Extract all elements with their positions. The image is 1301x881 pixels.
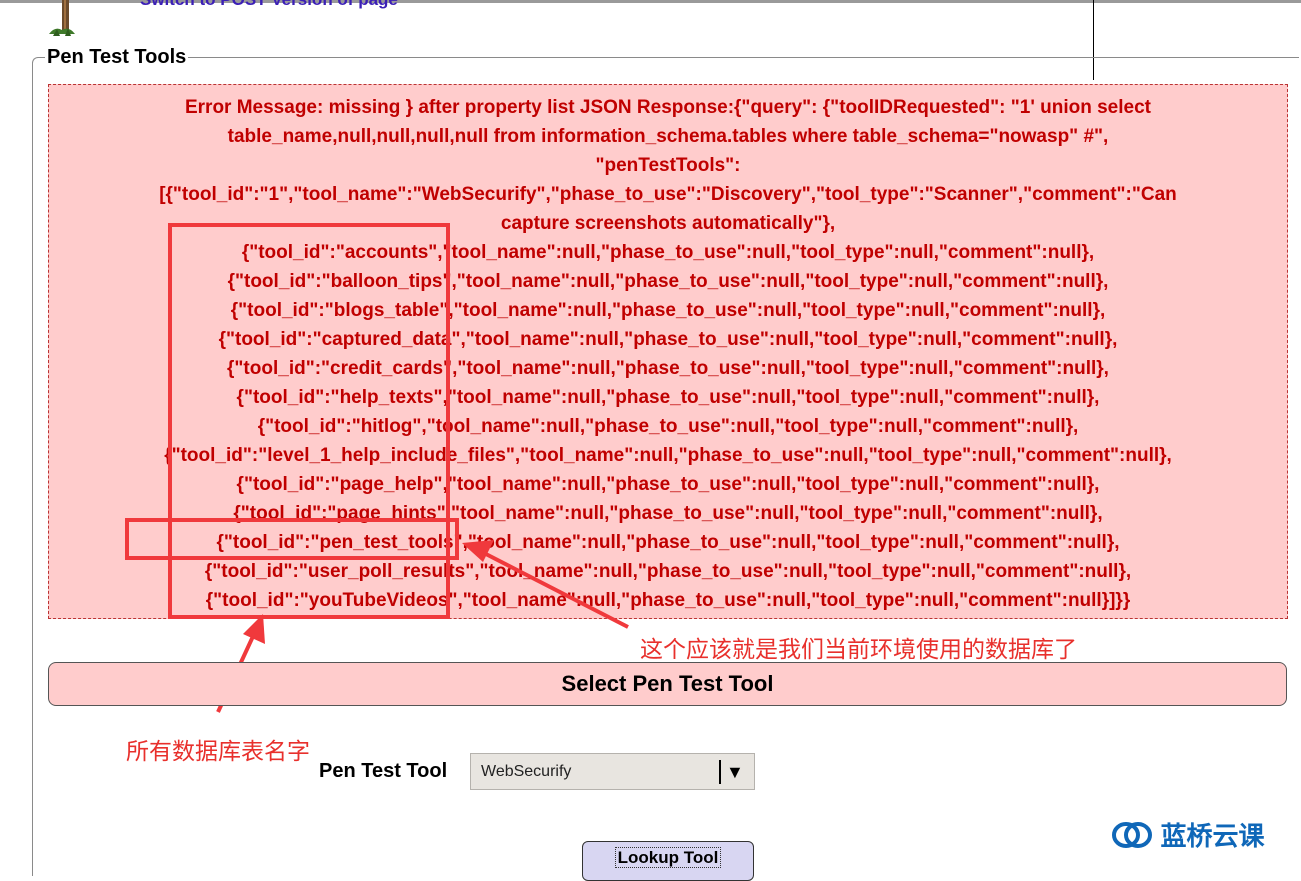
watermark: 蓝桥云课 [1112,816,1264,853]
lanqiao-logo-icon [1112,821,1152,848]
current-table-highlight-box [125,518,459,560]
site-logo-icon [49,0,75,36]
pen-test-tool-select[interactable]: WebSecurify ▼ [470,753,755,790]
current-db-annotation: 这个应该就是我们当前环境使用的数据库了 [640,637,1077,663]
switch-to-post-link[interactable]: Switch to POST Version of page [140,0,398,10]
pen-test-tool-label: Pen Test Tool [319,760,448,782]
select-value: WebSecurify [481,763,572,780]
error-line: [{"tool_id":"1","tool_name":"WebSecurify… [159,184,1177,205]
error-line: "penTestTools": [595,155,741,176]
error-line: Error Message: missing } after property … [184,97,1151,118]
fieldset-legend: Pen Test Tools [47,46,187,68]
chevron-down-icon[interactable]: ▼ [726,760,744,784]
all-tables-annotation: 所有数据库表名字 [126,739,310,765]
error-line: table_name,null,null,null,null from info… [227,126,1109,147]
watermark-text: 蓝桥云课 [1160,822,1265,852]
lookup-tool-button[interactable]: Lookup Tool [582,841,754,881]
select-pen-test-tool-header: Select Pen Test Tool [48,662,1287,706]
select-separator [719,760,721,784]
